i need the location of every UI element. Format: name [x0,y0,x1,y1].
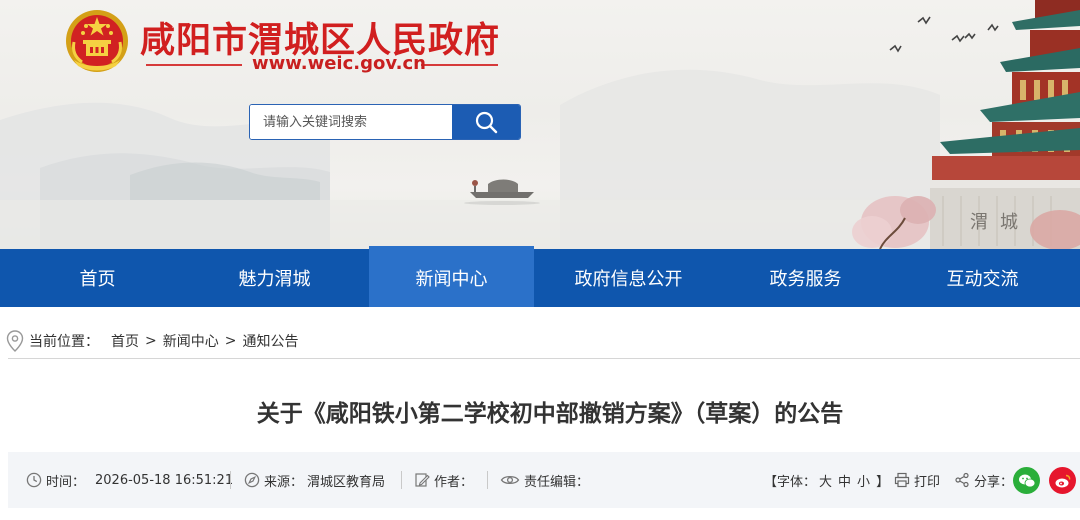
nav-item-home[interactable]: 首页 [15,249,180,307]
nav-item-charm-weicheng[interactable]: 魅力渭城 [192,249,357,307]
meta-separator [487,471,488,489]
search-icon [475,111,498,134]
wechat-icon [1018,474,1035,487]
printer-icon [894,472,910,488]
font-size-large[interactable]: 大 [819,471,832,490]
nav-item-gov-services[interactable]: 政务服务 [723,249,888,307]
breadcrumb-label: 当前位置： [29,334,99,350]
search-box [249,104,521,140]
font-size-control: 【字体： 大 中 小 】 [764,452,889,508]
site-url[interactable]: www.weic.gov.cn [248,53,430,74]
font-size-open: 【字体： [764,474,817,490]
meta-separator [230,471,231,489]
meta-source-value: 渭城区教育局 [307,474,386,490]
article-title: 关于《咸阳铁小第二学校初中部撤销方案》（草案）的公告 [256,401,844,427]
compass-icon [244,472,260,488]
breadcrumb: 当前位置： 首页 > 新闻中心 > 通知公告 [6,328,298,354]
share-section: 分享： [954,452,1013,508]
search-input[interactable] [250,105,454,139]
eye-icon [500,475,520,485]
meta-source: 来源： 渭城区教育局 [244,452,385,508]
breadcrumb-news-center[interactable]: 新闻中心 [163,331,219,351]
search-button[interactable] [452,105,520,139]
nav-item-gov-info-disclosure[interactable]: 政府信息公开 [546,249,711,307]
meta-time-value: 2026-05-18 16:51:21 [95,472,234,488]
nav-item-interaction[interactable]: 互动交流 [900,249,1065,307]
meta-time: 时间： 2026-05-18 16:51:21 [26,452,233,508]
breadcrumb-separator: > [145,333,157,349]
article-meta-bar: 时间： 2026-05-18 16:51:21 来源： 渭城区教育局 作者： 责… [8,452,1080,508]
svg-text:渭: 渭 [970,212,988,233]
header-banner: 渭 城 咸阳市渭城区人民政府 www.weic.gov.cn 请输入关键词搜索 [0,0,1080,249]
breadcrumb-notices[interactable]: 通知公告 [242,331,298,351]
breadcrumb-home[interactable]: 首页 [111,331,139,351]
breadcrumb-separator: > [224,333,237,349]
national-emblem [66,10,128,72]
meta-author-label: 作者： [434,474,474,490]
clock-icon [26,472,42,488]
print-label: 打印 [914,474,941,490]
share-weibo-button[interactable] [1049,467,1076,494]
meta-time-label: 时间： [46,474,86,490]
meta-separator [401,471,402,489]
font-size-medium[interactable]: 中 [838,471,851,490]
print-button[interactable]: 打印 [894,452,940,508]
font-size-small[interactable]: 小 [857,471,870,490]
share-icon [955,472,969,488]
edit-icon [415,473,430,487]
weibo-icon [1055,474,1070,487]
birds [889,16,999,53]
share-label: 分享： [974,474,1014,490]
meta-editor: 责任编辑： [500,452,589,508]
nav-item-news-center[interactable]: 新闻中心 [369,246,534,307]
share-wechat-button[interactable] [1013,467,1040,494]
meta-source-label: 来源： [264,474,304,490]
main-nav: 首页 魅力渭城 新闻中心 政府信息公开 政务服务 互动交流 [0,246,1080,307]
meta-editor-label: 责任编辑： [524,474,590,490]
meta-author: 作者： [414,452,473,508]
svg-text:城: 城 [1000,212,1018,233]
location-pin-icon [6,330,24,352]
font-size-close: 】 [876,474,890,490]
breadcrumb-divider [8,358,1080,359]
